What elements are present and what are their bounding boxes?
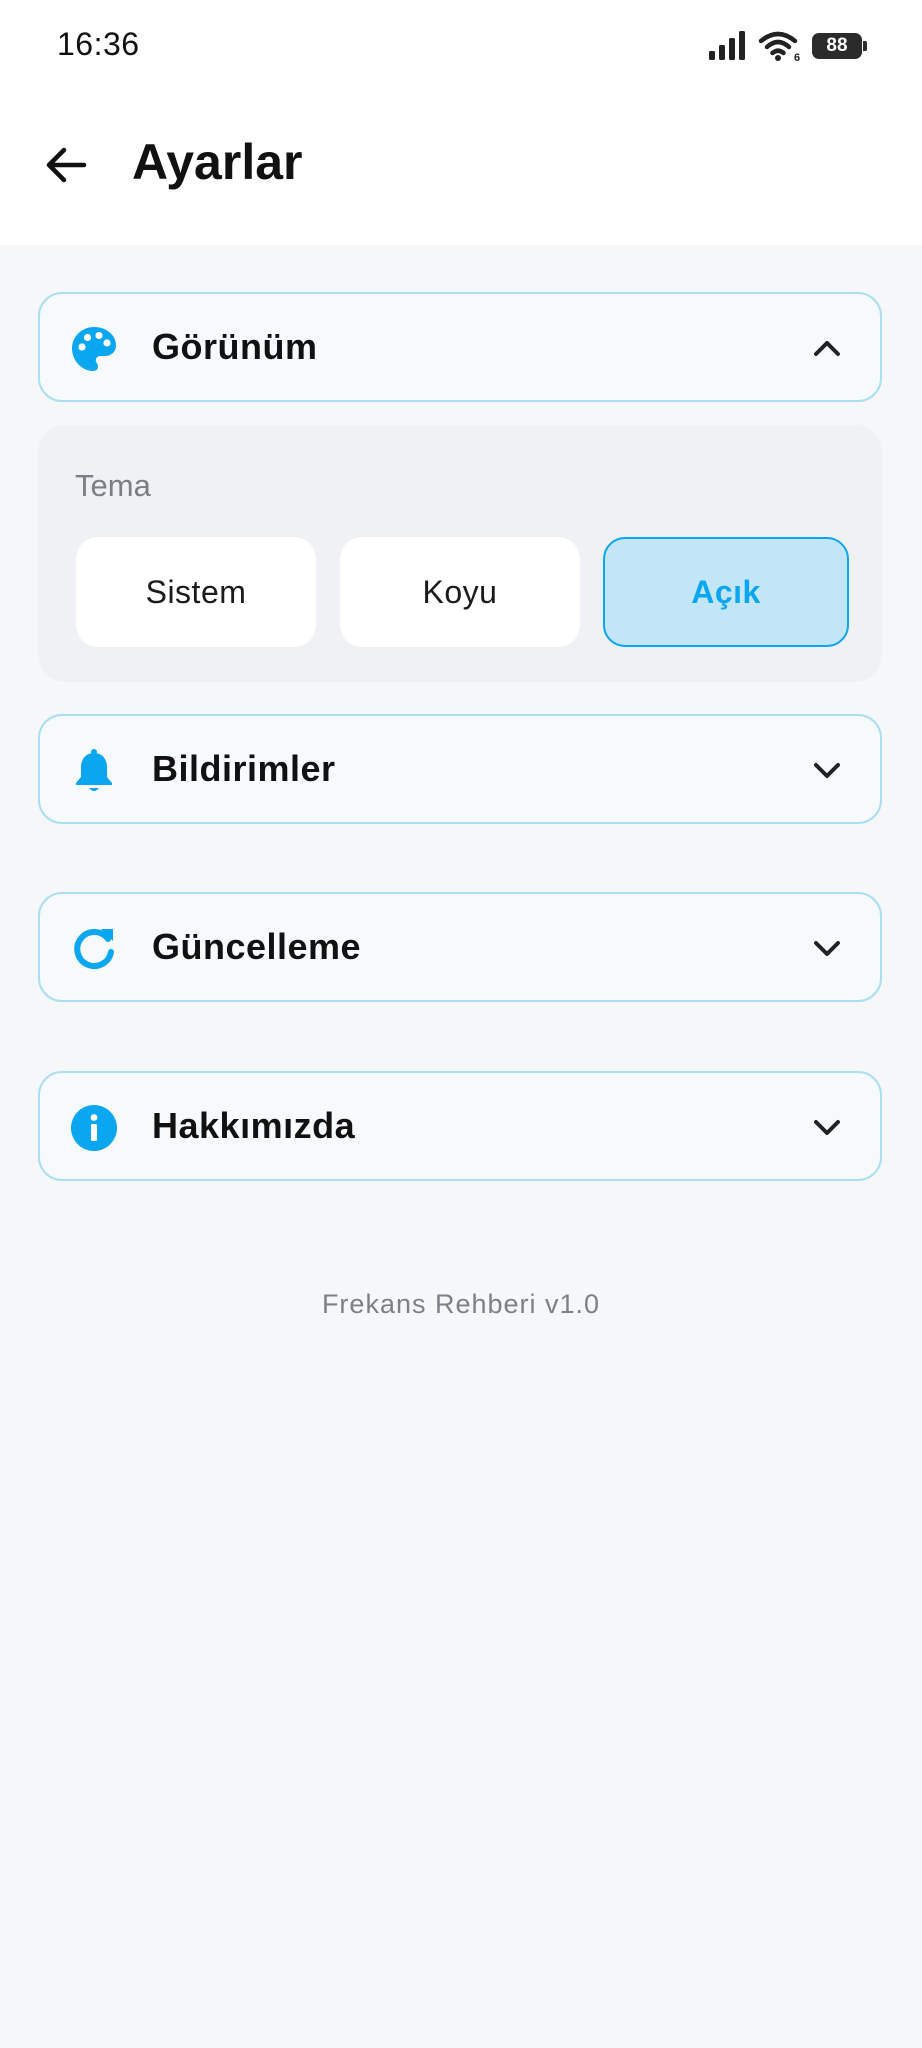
section-notifications-label: Bildirimler (152, 748, 336, 789)
status-time: 16:36 (57, 26, 140, 62)
battery-icon: 88 (812, 33, 867, 59)
chevron-down-icon (814, 763, 840, 778)
theme-option-dark[interactable]: Koyu (340, 537, 580, 647)
wifi-icon: 6 (758, 31, 800, 62)
theme-option-light[interactable]: Açık (603, 537, 849, 647)
status-icons: 6 88 (708, 26, 867, 66)
battery-level: 88 (826, 35, 848, 56)
section-update-label: Güncelleme (152, 926, 362, 967)
theme-label: Tema (75, 468, 151, 503)
refresh-icon (74, 929, 114, 970)
section-appearance-header[interactable]: Görünüm (38, 292, 882, 402)
section-update-header[interactable]: Güncelleme (38, 892, 882, 1002)
section-about-header[interactable]: Hakkımızda (38, 1071, 882, 1181)
chevron-down-icon (814, 941, 840, 956)
back-button[interactable] (38, 137, 94, 193)
section-notifications-header[interactable]: Bildirimler (38, 714, 882, 824)
info-icon (71, 1105, 117, 1151)
status-bar: 16:36 6 88 (0, 0, 922, 95)
chevron-up-icon (814, 341, 840, 356)
palette-icon (72, 327, 116, 371)
chevron-down-icon (814, 1120, 840, 1135)
svg-text:6: 6 (794, 52, 800, 62)
section-about-label: Hakkımızda (152, 1105, 356, 1146)
bell-icon (76, 749, 112, 791)
signal-icon (709, 31, 745, 60)
appearance-panel: Tema Sistem Koyu Açık (38, 425, 882, 682)
arrow-left-icon (46, 147, 87, 183)
theme-option-system[interactable]: Sistem (76, 537, 316, 647)
app-bar: Ayarlar (0, 95, 922, 245)
section-appearance-label: Görünüm (152, 326, 318, 367)
app-version: Frekans Rehberi v1.0 (321, 1289, 601, 1319)
page-title: Ayarlar (132, 134, 303, 190)
